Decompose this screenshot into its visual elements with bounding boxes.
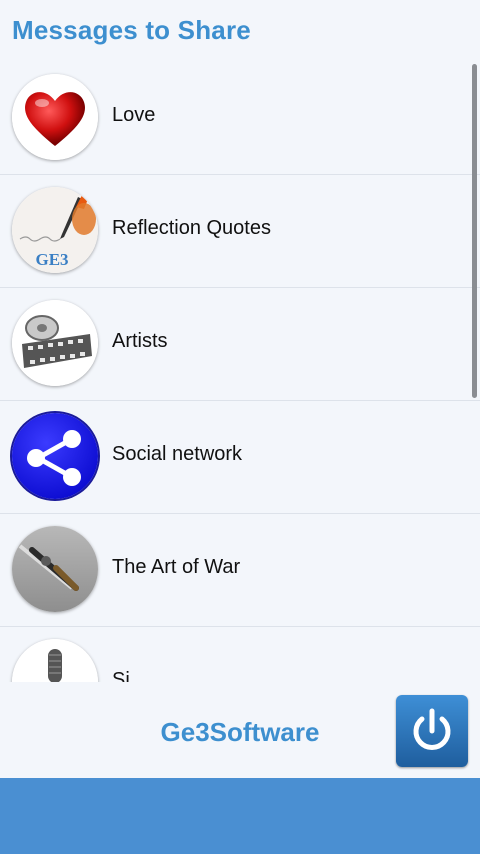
list-item-label: Artists <box>112 330 168 352</box>
sword-icon <box>12 526 98 612</box>
app-footer: Ge3Software <box>0 682 480 778</box>
bottom-banner <box>0 778 480 854</box>
list-item-artists[interactable]: Artists <box>0 288 480 401</box>
page-title: Messages to Share <box>12 15 251 45</box>
list-item-singers[interactable]: Si <box>0 627 480 682</box>
microphone-icon <box>12 639 98 682</box>
ge3-logo-text: GE3 <box>35 250 68 269</box>
list-scrollbar[interactable] <box>472 64 477 398</box>
category-list[interactable]: Love GE3 Reflection Quotes Artists Socia… <box>0 62 480 682</box>
list-item-reflection-quotes[interactable]: GE3 Reflection Quotes <box>0 175 480 288</box>
heart-icon <box>12 74 98 160</box>
list-item-label: The Art of War <box>112 556 241 578</box>
film-reel-icon <box>12 300 98 386</box>
power-icon <box>413 708 451 750</box>
share-icon <box>12 413 98 499</box>
list-item-love[interactable]: Love <box>0 62 480 175</box>
power-button[interactable] <box>396 695 468 767</box>
list-item-label: Si <box>112 669 130 682</box>
app-header: Messages to Share <box>0 0 480 62</box>
list-item-label: Social network <box>112 443 243 465</box>
list-item-label: Love <box>112 104 156 126</box>
list-item-social-network[interactable]: Social network <box>0 401 480 514</box>
pen-writing-icon: GE3 <box>12 187 98 273</box>
list-item-art-of-war[interactable]: The Art of War <box>0 514 480 627</box>
list-item-label: Reflection Quotes <box>112 217 271 239</box>
